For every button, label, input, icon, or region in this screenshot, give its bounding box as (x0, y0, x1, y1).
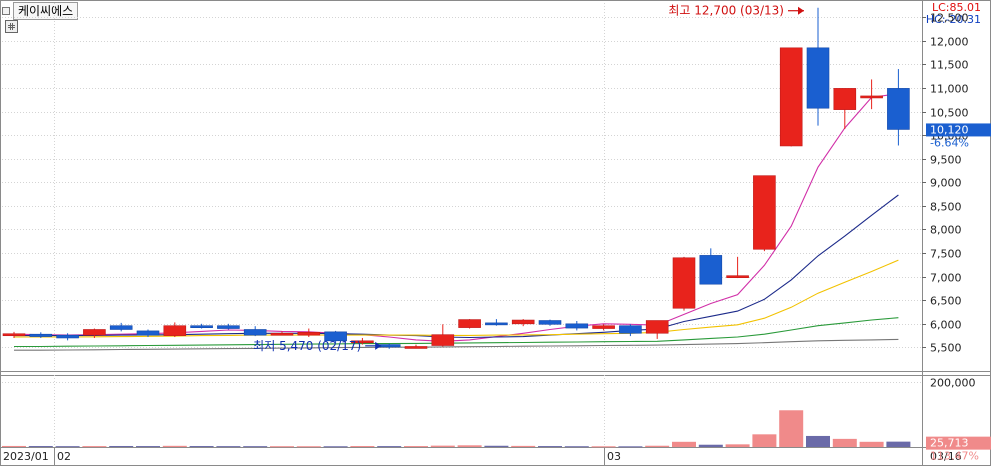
outer-border (0, 0, 991, 466)
volume-bar[interactable] (243, 446, 268, 448)
high-arrow-head (798, 6, 804, 15)
volume-bar[interactable] (323, 446, 348, 448)
last-price-change: -6.64% (930, 136, 969, 149)
price-tick-label: 9,000 (930, 177, 962, 190)
price-tick-label: 10,500 (930, 107, 969, 120)
volume-bar[interactable] (672, 441, 696, 447)
time-axis-label: 02 (57, 450, 71, 463)
candle-body[interactable] (431, 334, 455, 346)
candle-body[interactable] (377, 344, 401, 348)
candle-body[interactable] (833, 88, 857, 110)
volume-bar[interactable] (859, 441, 884, 447)
price-tick-label: 12,500 (930, 12, 969, 25)
candle-body[interactable] (136, 330, 160, 336)
candle-body[interactable] (109, 325, 133, 330)
volume-bar[interactable] (752, 434, 777, 447)
price-tick-label: 11,500 (930, 59, 969, 72)
volume-bar[interactable] (404, 446, 428, 448)
price-tick-label: 8,000 (930, 224, 962, 237)
candle-body[interactable] (56, 334, 79, 339)
volume-bar[interactable] (109, 445, 134, 447)
candle-body[interactable] (404, 346, 428, 349)
price-tick-label: 5,500 (930, 342, 962, 355)
candle-body[interactable] (217, 325, 240, 329)
volume-bar[interactable] (270, 446, 294, 448)
volume-tick-label: 200,000 (930, 377, 976, 390)
candle-body[interactable] (699, 255, 723, 285)
low-arrow-head (375, 341, 382, 350)
candle-body[interactable] (806, 47, 830, 109)
candle-body[interactable] (860, 95, 883, 99)
candle-body[interactable] (485, 322, 508, 326)
candle-body[interactable] (645, 320, 669, 334)
volume-bar[interactable] (216, 446, 241, 448)
volume-bar[interactable] (591, 446, 616, 448)
price-tick-label: 6,000 (930, 319, 962, 332)
candle-body[interactable] (2, 333, 26, 337)
candle-body[interactable] (243, 329, 267, 336)
high-annotation: 최고 12,700 (03/13) (668, 4, 784, 18)
candle-body[interactable] (538, 320, 562, 325)
volume-bar[interactable] (538, 446, 562, 448)
candle-body[interactable] (887, 88, 910, 130)
volume-bar[interactable] (296, 446, 321, 448)
volume-bar[interactable] (618, 446, 643, 448)
volume-bar[interactable] (484, 445, 509, 447)
volume-bar[interactable] (725, 444, 750, 447)
time-axis-label: 03 (607, 450, 621, 463)
candle-body[interactable] (270, 332, 294, 336)
volume-bar[interactable] (779, 410, 804, 447)
volume-bar[interactable] (189, 446, 214, 448)
volume-bar[interactable] (511, 445, 536, 447)
volume-bar[interactable] (2, 445, 26, 447)
candle-body[interactable] (458, 319, 481, 328)
volume-bar[interactable] (806, 435, 830, 447)
candle-body[interactable] (672, 257, 696, 309)
volume-bar[interactable] (55, 446, 80, 448)
volume-bar[interactable] (82, 446, 107, 448)
candle-body[interactable] (83, 329, 106, 336)
candle-body[interactable] (190, 325, 213, 329)
volume-bar[interactable] (430, 445, 455, 447)
candlestick-chart[interactable]: 5,500 6,000 6,500 7,000 7,500 8,000 8,500 9,000… (0, 0, 991, 466)
candle-body[interactable] (619, 325, 642, 334)
candle-body[interactable] (29, 333, 53, 337)
price-tick-label: 7,500 (930, 248, 962, 261)
candle-body[interactable] (592, 325, 615, 329)
candle-body[interactable] (565, 323, 589, 329)
volume-bar[interactable] (832, 438, 857, 447)
last-price-value: 10,120 (930, 123, 969, 136)
time-axis-label: 2023/01 (3, 450, 49, 463)
price-tick-label: 12,000 (930, 36, 969, 49)
price-tick-label: 8,500 (930, 201, 962, 214)
price-tick-label: 7,000 (930, 272, 962, 285)
candle-body[interactable] (779, 47, 803, 147)
price-tick-label: 9,500 (930, 154, 962, 167)
candle-body[interactable] (753, 175, 776, 250)
volume-bar[interactable] (886, 441, 911, 447)
price-tick-label: 6,500 (930, 295, 962, 308)
candle-body[interactable] (297, 332, 321, 336)
volume-bar[interactable] (28, 446, 53, 448)
chart-window: 케이씨에스 LC:85.01 HC:-20.31 5,500 6,000 6,500… (0, 0, 991, 466)
volume-bar[interactable] (645, 445, 670, 447)
volume-bar[interactable] (564, 446, 589, 448)
price-tick-label: 11,000 (930, 83, 969, 96)
volume-bar[interactable] (457, 445, 482, 447)
candle-body[interactable] (163, 325, 187, 336)
last-volume-change: 113.47% (930, 450, 979, 463)
volume-bar[interactable] (136, 446, 160, 448)
candle-body[interactable] (511, 319, 535, 325)
last-volume-value: 25,713 (930, 437, 969, 450)
volume-bar[interactable] (377, 446, 402, 448)
candle-body[interactable] (726, 275, 749, 278)
volume-bar[interactable] (698, 444, 723, 447)
volume-bar[interactable] (350, 446, 375, 448)
low-annotation: 최저 5,470 (02/17) (253, 339, 361, 353)
volume-bar[interactable] (162, 445, 187, 447)
